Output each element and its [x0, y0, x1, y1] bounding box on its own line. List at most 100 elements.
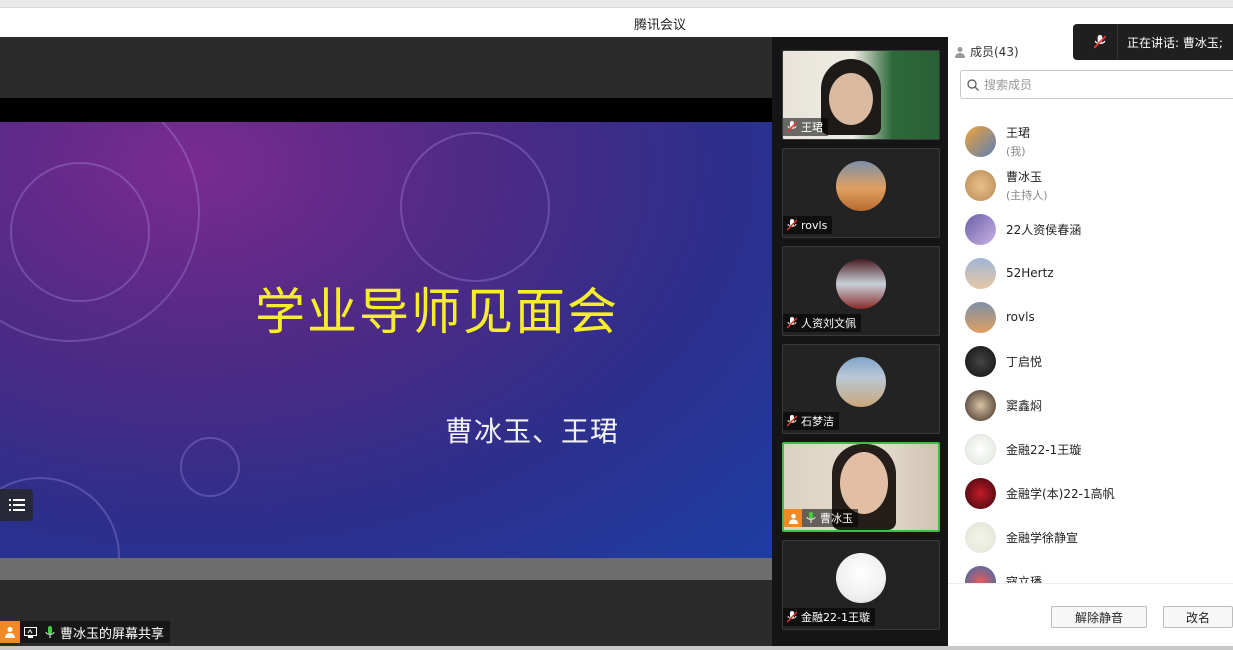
member-role: (主持人): [1006, 188, 1048, 202]
video-tile-name: 金融22-1王璇: [801, 611, 870, 624]
top-strip: [0, 0, 1233, 8]
member-row[interactable]: 52Hertz: [948, 251, 1233, 295]
speaking-text: 正在讲话: 曹冰玉;: [1127, 35, 1223, 50]
member-row[interactable]: 窦鑫焖: [948, 383, 1233, 427]
video-tile-name: 石梦洁: [801, 415, 834, 428]
member-row[interactable]: 金融学徐静宣: [948, 515, 1233, 559]
screen-top-band: [0, 98, 772, 122]
avatar: [965, 213, 996, 245]
title-bar: 腾讯会议: [0, 8, 1233, 37]
member-name: 金融学徐静宣: [1006, 530, 1079, 545]
shared-screen-area: 学业导师见面会 曹冰玉、王珺 曹冰玉的屏幕共享: [0, 37, 772, 650]
avatar: [836, 553, 886, 603]
avatar: [836, 357, 886, 407]
host-icon: [784, 509, 802, 527]
avatar: [965, 521, 996, 553]
mic-muted-icon: [783, 118, 801, 136]
avatar: [965, 125, 996, 157]
video-tile-label: 金融22-1王璇: [783, 608, 875, 626]
member-name: 寇立璠: [1006, 574, 1043, 584]
member-search-box[interactable]: [960, 70, 1233, 99]
member-row[interactable]: 丁启悦: [948, 339, 1233, 383]
video-tile[interactable]: 金融22-1王璇: [782, 540, 940, 630]
screen-share-name: 曹冰玉的屏幕共享: [60, 626, 165, 642]
avatar: [965, 565, 996, 583]
video-tile-label: 王珺: [783, 118, 828, 136]
mic-icon: [40, 621, 60, 643]
mic-muted-icon: [783, 314, 801, 332]
decor-ring: [400, 132, 550, 282]
rename-button[interactable]: 改名: [1163, 606, 1233, 628]
member-row[interactable]: 金融学(本)22-1高帆: [948, 471, 1233, 515]
video-tile[interactable]: 石梦洁: [782, 344, 940, 434]
bottom-edge: [0, 646, 1233, 650]
avatar: [965, 477, 996, 509]
members-icon: [955, 46, 965, 58]
video-tile[interactable]: 王珺: [782, 50, 940, 140]
member-row[interactable]: 曹冰玉 (主持人): [948, 163, 1233, 207]
video-tile-name: 人资刘文佩: [801, 317, 856, 330]
video-tile-name: 王珺: [801, 121, 823, 134]
member-name: 王珺 (我): [1006, 125, 1031, 158]
member-list: 王珺 (我) 曹冰玉 (主持人) 22人资侯春涵 52Hertz rovls 丁启悦: [948, 119, 1233, 583]
slide-title: 学业导师见面会: [255, 283, 619, 341]
video-tile-label: 曹冰玉: [784, 509, 858, 527]
avatar: [965, 389, 996, 421]
mic-muted-icon: [1082, 24, 1118, 60]
unmute-button[interactable]: 解除静音: [1051, 606, 1147, 628]
member-role: (我): [1006, 144, 1026, 158]
search-icon: [967, 78, 979, 91]
avatar: [836, 161, 886, 211]
screen-share-icon: [20, 621, 40, 643]
member-name: 金融学(本)22-1高帆: [1006, 486, 1115, 501]
video-tile-label: 石梦洁: [783, 412, 839, 430]
video-tile-name: rovls: [801, 218, 828, 232]
member-row[interactable]: rovls: [948, 295, 1233, 339]
speaking-indicator: 正在讲话: 曹冰玉;: [1073, 24, 1233, 60]
list-icon: [8, 499, 25, 511]
video-tile-label: 人资刘文佩: [783, 314, 861, 332]
member-name: 丁启悦: [1006, 354, 1043, 369]
video-tile-active[interactable]: 曹冰玉: [782, 442, 940, 532]
members-header: 成员(43): [954, 43, 1019, 60]
video-tile-name: 曹冰玉: [820, 512, 853, 525]
mic-muted-icon: [783, 608, 801, 626]
member-row[interactable]: 22人资侯春涵: [948, 207, 1233, 251]
screen-bottom-band: [0, 558, 772, 580]
screen-share-label: 曹冰玉的屏幕共享: [0, 621, 171, 643]
member-row[interactable]: 金融22-1王璇: [948, 427, 1233, 471]
video-tile[interactable]: rovls: [782, 148, 940, 238]
avatar: [965, 345, 996, 377]
avatar: [965, 433, 996, 465]
member-name: 金融22-1王璇: [1006, 442, 1082, 457]
meeting-window: 腾讯会议 学业导师见面会 曹冰玉、王珺 曹冰玉的屏幕共享 王珺 rovls 人资…: [0, 0, 1233, 650]
avatar: [965, 257, 996, 289]
member-row[interactable]: 寇立璠: [948, 559, 1233, 583]
member-name: 曹冰玉 (主持人): [1006, 169, 1048, 202]
mic-muted-icon: [783, 216, 801, 234]
decor-ring: [180, 437, 240, 497]
slide-subtitle: 曹冰玉、王珺: [445, 415, 620, 448]
member-name: 窦鑫焖: [1006, 398, 1043, 413]
member-name: 52Hertz: [1006, 266, 1054, 280]
member-name: 22人资侯春涵: [1006, 222, 1082, 237]
person-face: [829, 73, 873, 125]
member-name: rovls: [1006, 310, 1035, 324]
mic-icon: [802, 509, 820, 527]
members-footer: 解除静音 改名: [948, 583, 1233, 650]
video-tile[interactable]: 人资刘文佩: [782, 246, 940, 336]
host-icon: [0, 621, 20, 643]
members-count: 成员(43): [970, 45, 1019, 59]
member-row[interactable]: 王珺 (我): [948, 119, 1233, 163]
member-search-input[interactable]: [984, 77, 1224, 92]
avatar: [965, 301, 996, 333]
members-panel: 成员(43) 王珺(我) 曹冰玉(主持人) 22人资侯春涵 52Hertz: [948, 37, 1233, 650]
presentation-slide: 学业导师见面会 曹冰玉、王珺: [0, 122, 772, 558]
person-face: [840, 452, 888, 514]
avatar: [965, 169, 996, 201]
decor-ring: [10, 162, 150, 302]
mic-muted-icon: [783, 412, 801, 430]
video-column: 王珺 rovls 人资刘文佩 石梦洁 曹冰玉 金融22-1王璇: [772, 37, 948, 650]
list-toggle-button[interactable]: [0, 489, 33, 521]
video-tile-label: rovls: [783, 216, 833, 234]
